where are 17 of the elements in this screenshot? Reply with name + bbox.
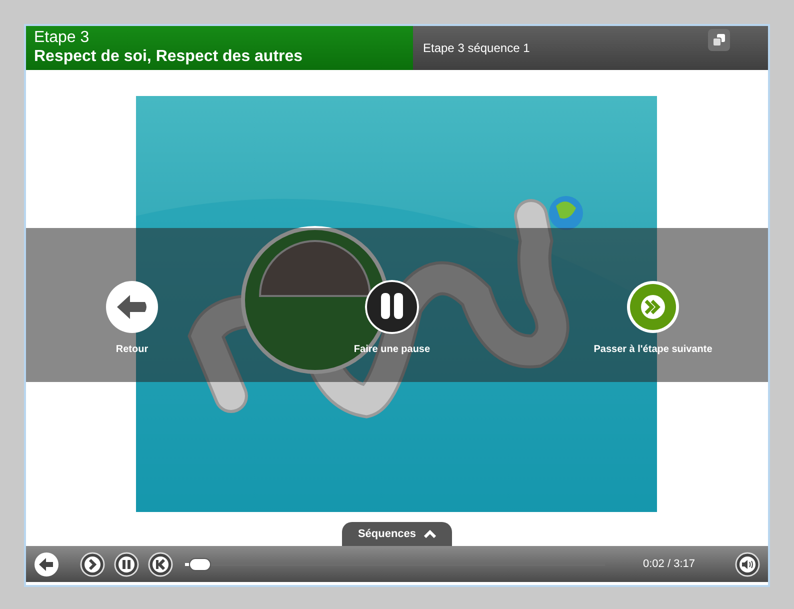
overlay-label[interactable]: Passer à l'étape suivante <box>594 344 712 355</box>
skip-to-start-icon[interactable] <box>148 552 173 576</box>
slider-handle[interactable] <box>188 558 211 570</box>
step-title: Respect de soi, Respect des autres <box>34 47 304 67</box>
chevron-up-icon <box>424 530 436 538</box>
play-icon[interactable] <box>80 552 105 576</box>
overlay-label[interactable]: Faire une pause <box>354 344 430 355</box>
step-label: Etape 3 <box>34 29 90 47</box>
pause-icon[interactable] <box>114 552 139 576</box>
progress-slider[interactable] <box>185 558 605 570</box>
volume-icon[interactable] <box>735 552 760 576</box>
sequences-tab[interactable]: Séquences <box>342 522 452 546</box>
sequence-title: Etape 3 séquence 1 <box>423 41 530 55</box>
double-chevron-icon[interactable] <box>626 280 680 334</box>
time-display: 0:02 / 3:17 <box>643 558 695 570</box>
windows-button[interactable] <box>708 29 730 51</box>
windows-icon <box>713 34 725 46</box>
